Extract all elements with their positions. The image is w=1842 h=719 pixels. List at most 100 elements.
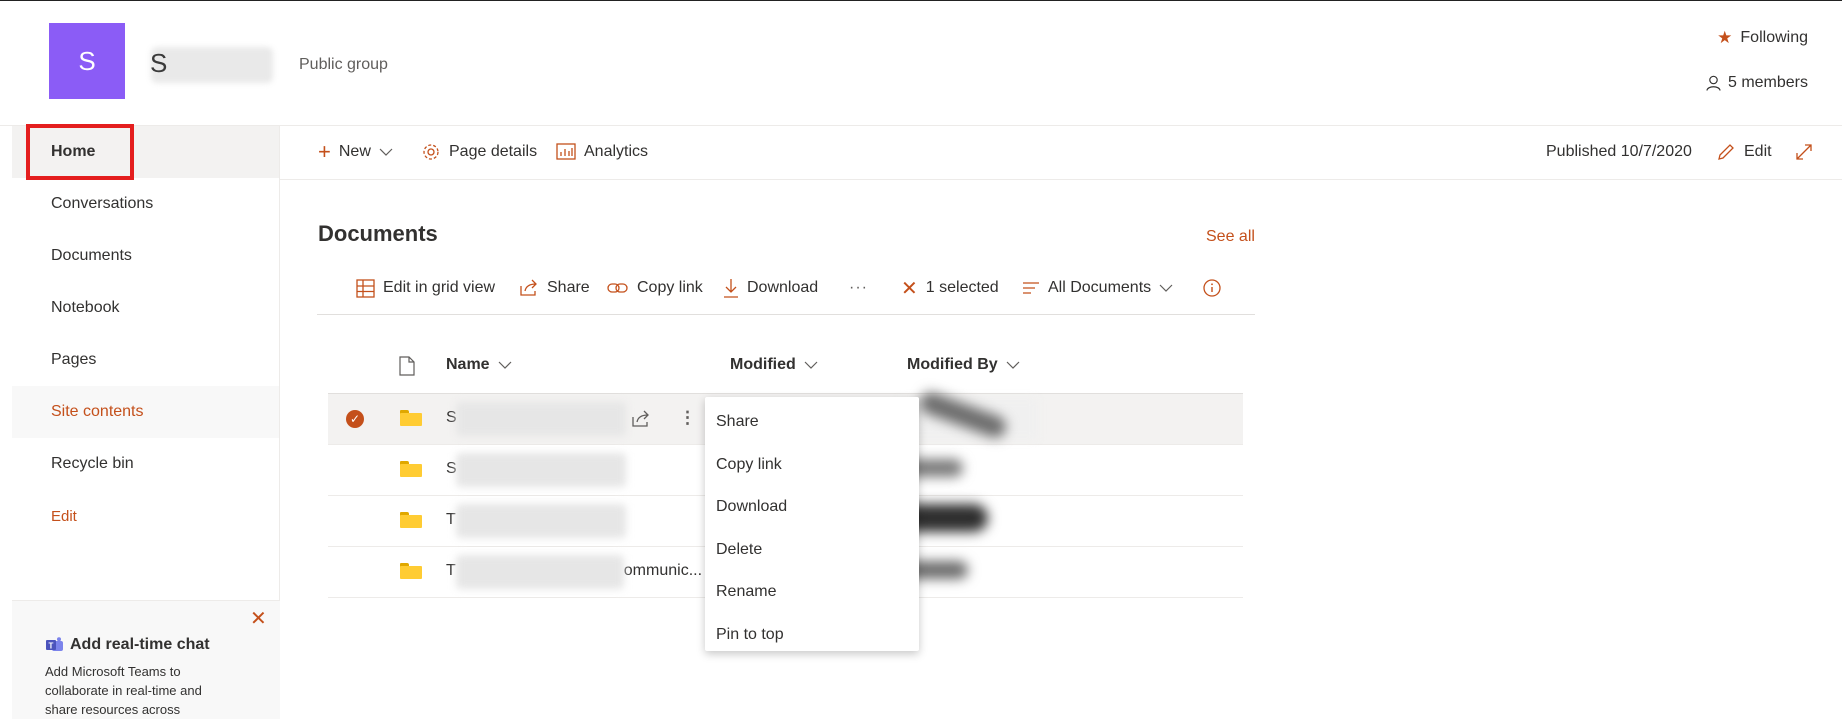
nav-item-documents[interactable]: Documents — [12, 230, 280, 282]
context-menu-label: Delete — [716, 540, 763, 558]
edit-grid-view-button[interactable]: Edit in grid view — [356, 274, 495, 302]
edit-page-button[interactable]: Edit — [1716, 137, 1772, 167]
download-button[interactable]: Download — [723, 274, 818, 302]
analytics-icon — [556, 143, 576, 160]
file-name-prefix: T — [446, 562, 456, 579]
file-name-prefix: T — [446, 511, 456, 528]
clear-selection-button[interactable]: ✕ 1 selected — [901, 274, 999, 302]
chevron-down-icon — [1159, 284, 1173, 292]
context-menu-label: Copy link — [716, 455, 782, 473]
view-list-icon — [1023, 282, 1039, 294]
redacted-name — [456, 402, 626, 436]
teams-card-title: T Add real-time chat — [45, 636, 210, 654]
selected-count-label: 1 selected — [925, 279, 999, 296]
folder-icon — [400, 461, 422, 477]
file-name-suffix: ommunic... — [623, 562, 703, 579]
new-button[interactable]: + New — [318, 137, 393, 167]
nav-item-pages[interactable]: Pages — [12, 334, 280, 386]
page-details-button[interactable]: Page details — [421, 137, 537, 167]
edit-label: Edit — [1744, 143, 1772, 160]
view-selector[interactable]: All Documents — [1022, 274, 1173, 302]
context-menu-download[interactable]: Download — [705, 486, 919, 529]
context-menu-share[interactable]: Share — [705, 401, 919, 444]
analytics-button[interactable]: Analytics — [556, 137, 648, 167]
group-type-label: Public group — [299, 56, 388, 73]
file-type-column-header[interactable] — [399, 356, 415, 376]
redacted-name — [456, 453, 626, 487]
plus-icon: + — [318, 139, 331, 164]
link-icon — [607, 283, 628, 293]
nav-item-label: Edit — [51, 507, 77, 525]
checkmark-icon[interactable]: ✓ — [346, 410, 364, 428]
teams-icon: T — [46, 637, 63, 651]
close-icon[interactable]: ✕ — [250, 606, 267, 631]
home-highlight-annotation — [26, 124, 134, 180]
site-name-redacted — [151, 47, 273, 83]
more-icon: ··· — [849, 279, 868, 296]
command-bar-divider — [280, 179, 1842, 180]
page-details-label: Page details — [449, 143, 538, 160]
person-icon — [1706, 75, 1721, 91]
teams-card-body: Add Microsoft Teams to collaborate in re… — [45, 664, 202, 717]
name-column-header[interactable]: Name — [446, 356, 512, 374]
edit-grid-view-label: Edit in grid view — [383, 279, 496, 296]
more-options-button[interactable]: ··· — [849, 274, 868, 302]
pencil-icon — [1718, 144, 1734, 160]
svg-text:T: T — [49, 642, 54, 651]
following-label: Following — [1740, 29, 1808, 46]
nav-item-label: Documents — [51, 247, 132, 264]
row-share-button[interactable] — [631, 408, 651, 428]
nav-item-label: Notebook — [51, 299, 120, 316]
row-more-actions-button[interactable]: ⋮ — [679, 408, 696, 428]
file-name[interactable]: T — [446, 511, 456, 529]
document-icon — [399, 356, 415, 376]
members-button[interactable]: 5 members — [1706, 74, 1808, 92]
nav-item-site-contents[interactable]: Site contents — [12, 386, 280, 438]
redacted-name — [456, 504, 626, 538]
nav-item-recycle-bin[interactable]: Recycle bin — [12, 438, 280, 490]
chevron-down-icon — [804, 361, 818, 369]
share-icon — [632, 410, 649, 427]
redacted-name — [456, 555, 624, 589]
share-icon — [520, 279, 537, 296]
share-label: Share — [547, 279, 590, 296]
expand-button[interactable] — [1794, 137, 1814, 167]
chevron-down-icon — [1006, 361, 1020, 369]
info-button[interactable] — [1203, 274, 1221, 302]
new-label: New — [338, 143, 371, 160]
context-menu-delete[interactable]: Delete — [705, 529, 919, 572]
published-label: Published 10/7/2020 — [1546, 143, 1692, 160]
modified-by-column-header[interactable]: Modified By — [907, 356, 1020, 374]
gear-icon — [423, 144, 439, 160]
context-menu-pin-to-top[interactable]: Pin to top — [705, 614, 919, 657]
modified-column-header[interactable]: Modified — [730, 356, 818, 374]
nav-item-label: Recycle bin — [51, 455, 134, 472]
documents-title: Documents — [318, 221, 438, 246]
members-label: 5 members — [1727, 74, 1808, 91]
folder-icon — [400, 512, 422, 528]
analytics-label: Analytics — [584, 143, 649, 160]
site-logo[interactable]: S — [49, 23, 125, 99]
download-label: Download — [747, 279, 819, 296]
nav-item-conversations[interactable]: Conversations — [12, 178, 280, 230]
nav-edit-link[interactable]: Edit — [12, 490, 280, 542]
context-menu-label: Pin to top — [716, 625, 784, 643]
modified-column-label: Modified — [730, 356, 796, 373]
site-logo-letter: S — [78, 45, 96, 76]
modified-by-column-label: Modified By — [907, 356, 998, 373]
following-button[interactable]: ★ Following — [1717, 28, 1808, 48]
nav-item-notebook[interactable]: Notebook — [12, 282, 280, 334]
copy-link-button[interactable]: Copy link — [607, 274, 703, 302]
window-top-border — [0, 0, 1842, 1]
nav-item-label: Pages — [51, 351, 97, 368]
share-button[interactable]: Share — [519, 274, 590, 302]
library-toolbar-divider — [317, 314, 1255, 315]
context-menu-label: Download — [716, 498, 788, 516]
context-menu-rename[interactable]: Rename — [705, 571, 919, 614]
grid-icon — [356, 278, 375, 298]
context-menu-copy-link[interactable]: Copy link — [705, 444, 919, 487]
download-icon — [724, 279, 738, 298]
see-all-link[interactable]: See all — [1206, 228, 1255, 246]
context-menu-label: Rename — [716, 583, 777, 601]
folder-icon — [400, 563, 422, 579]
